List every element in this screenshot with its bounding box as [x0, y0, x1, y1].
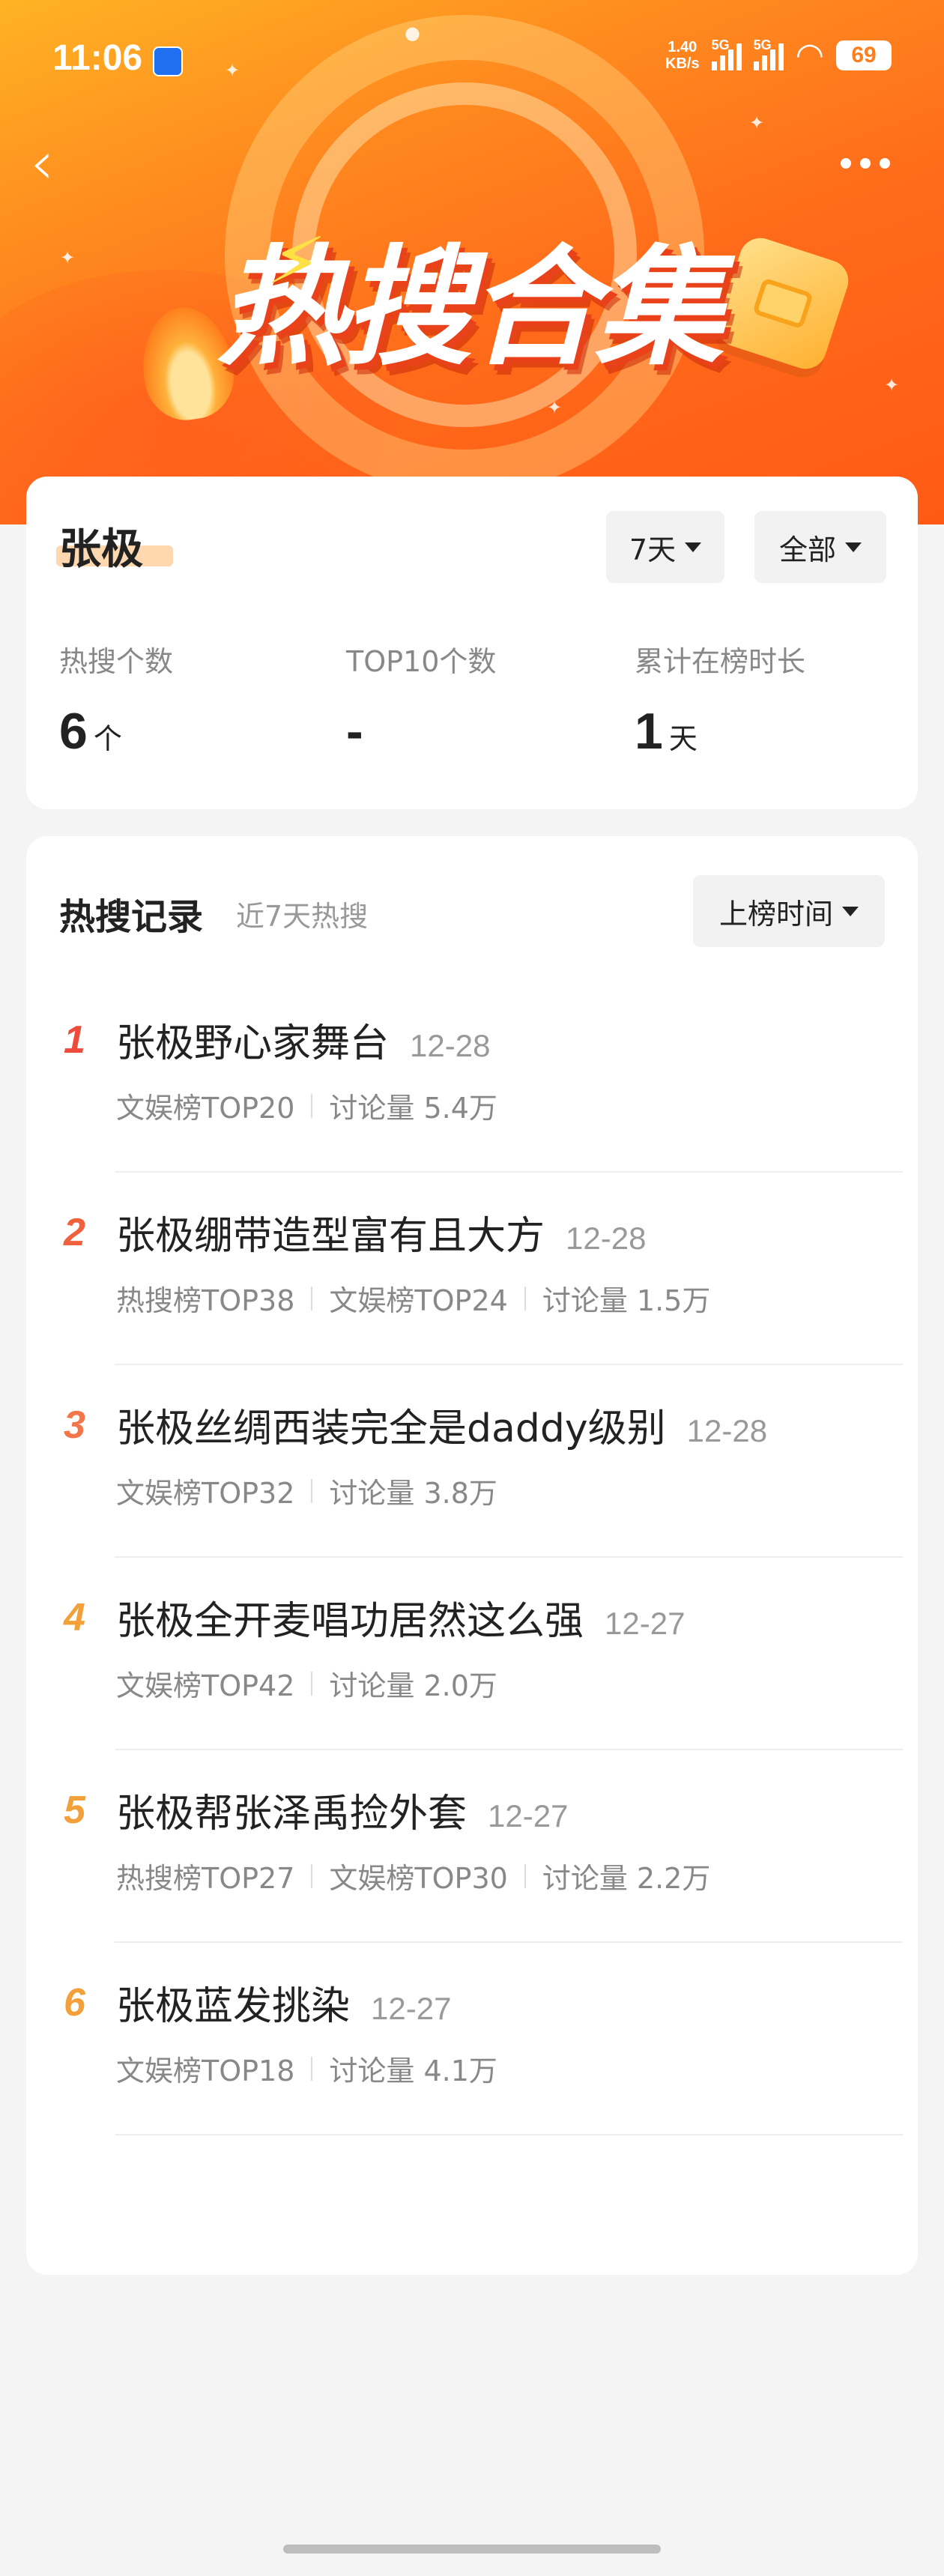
headline-text: 张极绷带造型富有且大方 [116, 1214, 545, 1259]
headline-date: 12-28 [686, 1413, 768, 1448]
meta-tag: 文娱榜TOP42 [116, 1669, 295, 1702]
wifi-icon: ◠ [795, 36, 824, 74]
stat-value: 1 [635, 703, 663, 760]
meta-tag: 讨论量 4.1万 [329, 2055, 497, 2087]
meta-tag: 文娱榜TOP20 [116, 1092, 295, 1125]
rank-number: 3 [64, 1403, 85, 1447]
caret-down-icon [842, 906, 859, 916]
scope-dropdown[interactable]: 全部 [754, 511, 886, 583]
stat-top10-count: TOP10个数 - [346, 638, 496, 761]
meta-tag: 热搜榜TOP27 [116, 1862, 295, 1895]
meta-tag: 讨论量 1.5万 [542, 1284, 711, 1317]
list-item[interactable]: 5 张极帮张泽禹捡外套 12-27 热搜榜TOP27 文娱榜TOP30 讨论量 2.2万 [26, 1750, 918, 1943]
item-meta: 热搜榜TOP27 文娱榜TOP30 讨论量 2.2万 [116, 1855, 710, 1896]
battery-icon: 69 [836, 40, 892, 70]
stat-unit: 天 [668, 722, 698, 755]
meta-tag: 文娱榜TOP30 [329, 1862, 508, 1895]
status-time: 11:06 [52, 38, 143, 78]
item-meta: 文娱榜TOP20 讨论量 5.4万 [116, 1085, 497, 1126]
sparkle-icon: ✦ [884, 375, 900, 396]
back-arrow-icon[interactable]: ‹ [30, 133, 82, 201]
rank-number: 5 [64, 1789, 85, 1832]
summary-card: 张极 7天 全部 热搜个数 6 个 TOP10个数 - 累计在榜时长 1 天 [26, 477, 918, 809]
stat-total-duration: 累计在榜时长 1 天 [635, 638, 805, 761]
home-indicator[interactable] [283, 2545, 661, 2554]
divider [115, 2134, 903, 2135]
meta-separator [524, 1863, 526, 1888]
caret-down-icon [685, 542, 702, 552]
stat-value: 6 [59, 703, 88, 760]
headline-text: 张极帮张泽禹捡外套 [116, 1792, 468, 1836]
sort-dropdown-label: 上榜时间 [718, 897, 833, 931]
item-meta: 文娱榜TOP42 讨论量 2.0万 [116, 1663, 497, 1704]
meta-tag: 热搜榜TOP38 [116, 1284, 295, 1317]
signal-icon: 5G [753, 37, 784, 70]
meta-tag: 文娱榜TOP32 [116, 1477, 295, 1510]
headline-date: 12-28 [410, 1028, 491, 1063]
meta-separator [311, 1478, 313, 1503]
network-speed-unit: KB/s [665, 55, 700, 72]
headline-date: 12-27 [605, 1606, 686, 1641]
header-banner: ✦ ● ✦ ✦ ✦ ✦ 热搜合集 ⚡ 11:06 1.40 KB/s 5G 5G… [0, 0, 944, 524]
stat-unit: 个 [93, 722, 122, 755]
list-item[interactable]: 6 张极蓝发挑染 12-27 文娱榜TOP18 讨论量 4.1万 [26, 1943, 918, 2135]
headline-text: 张极全开麦唱功居然这么强 [116, 1599, 584, 1644]
meta-separator [311, 1093, 313, 1118]
sparkle-icon: ✦ [547, 397, 563, 418]
headline-text: 张极野心家舞台 [116, 1021, 390, 1066]
caret-down-icon [845, 542, 862, 552]
network-speed-value: 1.40 [668, 39, 698, 55]
rank-number: 4 [64, 1596, 85, 1639]
meta-separator [311, 1286, 313, 1310]
sort-dropdown[interactable]: 上榜时间 [693, 875, 885, 947]
headline-date: 12-27 [488, 1798, 569, 1833]
meta-tag: 文娱榜TOP24 [329, 1284, 508, 1317]
status-bar: 11:06 1.40 KB/s 5G 5G ◠ 69 [0, 0, 944, 127]
item-meta: 文娱榜TOP32 讨论量 3.8万 [116, 1470, 497, 1511]
stat-label: TOP10个数 [346, 645, 497, 678]
list-item[interactable]: 4 张极全开麦唱功居然这么强 12-27 文娱榜TOP42 讨论量 2.0万 [26, 1558, 918, 1750]
item-meta: 文娱榜TOP18 讨论量 4.1万 [116, 2048, 497, 2089]
item-meta: 热搜榜TOP38 文娱榜TOP24 讨论量 1.5万 [116, 1278, 710, 1319]
meta-tag: 讨论量 2.0万 [329, 1669, 497, 1702]
headline-text: 张极蓝发挑染 [116, 1984, 351, 2029]
stat-label: 热搜个数 [59, 645, 174, 678]
hot-search-records-card: 热搜记录 近7天热搜 上榜时间 1 张极野心家舞台 12-28 文娱榜TOP20 讨论量… [26, 836, 918, 2275]
signal-icon: 5G [711, 37, 742, 70]
list-item[interactable]: 2 张极绷带造型富有且大方 12-28 热搜榜TOP38 文娱榜TOP24 讨论量 1.5… [26, 1173, 918, 1365]
period-dropdown[interactable]: 7天 [606, 511, 724, 583]
stat-label: 累计在榜时长 [635, 645, 806, 678]
meta-separator [524, 1286, 526, 1310]
rank-number: 2 [64, 1211, 85, 1254]
rank-number: 6 [64, 1981, 85, 2025]
meta-tag: 讨论量 5.4万 [329, 1092, 497, 1125]
signal-label: 5G [711, 37, 730, 52]
headline-date: 12-28 [566, 1221, 647, 1256]
list-item[interactable]: 3 张极丝绸西装完全是daddy级别 12-28 文娱榜TOP32 讨论量 3.8万 [26, 1365, 918, 1558]
records-title: 热搜记录 [59, 896, 204, 938]
stat-value: - [346, 703, 363, 760]
meta-tag: 讨论量 3.8万 [329, 1477, 497, 1510]
list-item[interactable]: 1 张极野心家舞台 12-28 文娱榜TOP20 讨论量 5.4万 [26, 980, 918, 1173]
period-dropdown-label: 7天 [629, 533, 677, 566]
meta-tag: 文娱榜TOP18 [116, 2055, 295, 2087]
meta-separator [311, 1671, 313, 1696]
rank-number: 1 [64, 1018, 85, 1062]
headline-date: 12-27 [371, 1991, 452, 2026]
network-speed: 1.40 KB/s [665, 39, 700, 72]
headline-text: 张极丝绸西装完全是daddy级别 [116, 1406, 666, 1451]
meta-separator [311, 1863, 313, 1888]
meta-tag: 讨论量 2.2万 [542, 1862, 711, 1895]
more-options-icon[interactable] [832, 148, 899, 178]
scope-dropdown-label: 全部 [778, 533, 836, 566]
signal-label: 5G [753, 37, 772, 52]
sparkle-icon: ✦ [60, 247, 76, 268]
celebrity-name: 张极 [59, 525, 143, 574]
stat-hot-search-count: 热搜个数 6 个 [59, 638, 173, 761]
records-subtitle: 近7天热搜 [236, 900, 369, 933]
meta-separator [311, 2056, 313, 2081]
app-notification-icon [153, 46, 183, 76]
